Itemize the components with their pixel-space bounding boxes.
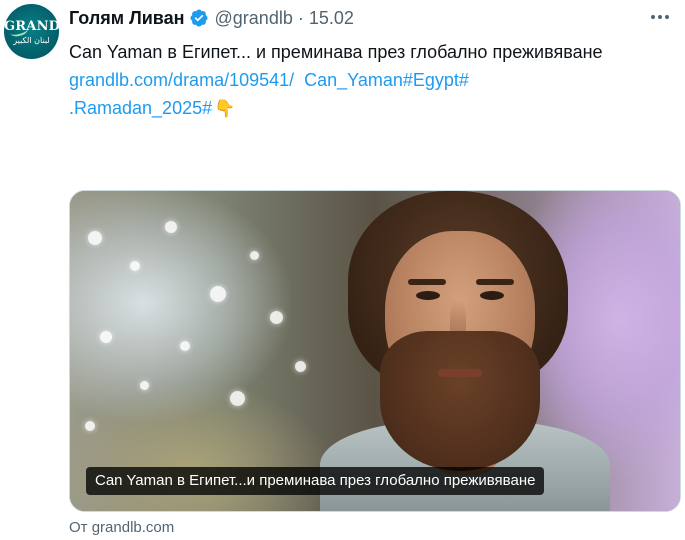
- link-preview-card[interactable]: Can Yaman в Египет...и преминава през гл…: [69, 190, 681, 512]
- tweet-text: Can Yaman в Египет... и преминава през г…: [69, 38, 679, 123]
- hashtag-link[interactable]: Can_Yaman#Egypt#: [304, 70, 469, 90]
- card-caption: Can Yaman в Египет...и преминава през гл…: [86, 467, 545, 495]
- more-options-icon[interactable]: [649, 11, 671, 23]
- avatar-logo-subtext: لبنان الكبير: [13, 36, 50, 45]
- tweet-date[interactable]: 15.02: [309, 8, 354, 29]
- person-photo: [320, 191, 610, 511]
- tweet-header: Голям Ливан @grandlb · 15.02: [69, 6, 354, 30]
- verified-badge-icon[interactable]: [189, 8, 209, 28]
- display-name[interactable]: Голям Ливан: [69, 8, 185, 29]
- pointing-down-emoji-icon: 👇: [214, 99, 236, 118]
- tweet-hashtags-line: .Ramadan_2025# 👇: [69, 94, 679, 123]
- link-source[interactable]: От grandlb.com: [69, 519, 174, 536]
- hashtag-link[interactable]: .Ramadan_2025#: [69, 98, 212, 118]
- avatar-logo-text: GRAND: [4, 19, 59, 34]
- account-handle[interactable]: @grandlb: [215, 8, 293, 29]
- separator-dot: ·: [297, 7, 304, 28]
- article-link[interactable]: grandlb.com/drama/109541/: [69, 70, 294, 90]
- avatar[interactable]: GRAND لبنان الكبير: [4, 4, 59, 59]
- tweet-text-line: Can Yaman в Египет... и преминава през г…: [69, 42, 603, 62]
- tweet-links-line: grandlb.com/drama/109541/Can_Yaman#Egypt…: [69, 66, 679, 94]
